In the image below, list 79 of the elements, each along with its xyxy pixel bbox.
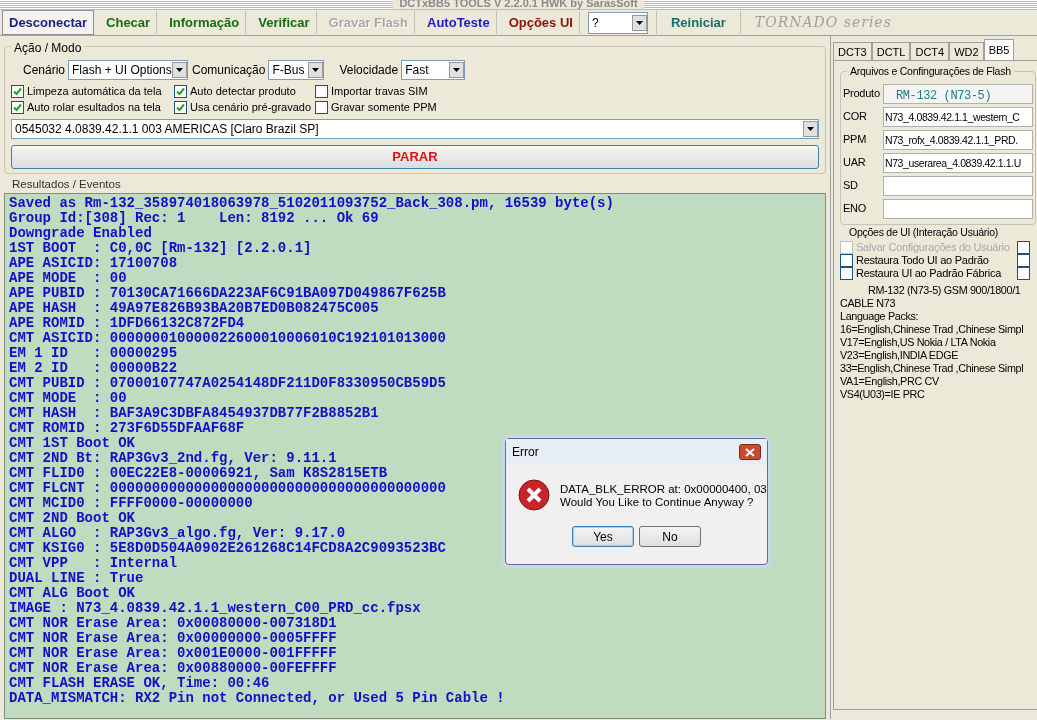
input-field[interactable]: N73_rofx_4.0839.42.1.1_PRD. xyxy=(883,129,1033,150)
checkbox[interactable] xyxy=(174,84,187,98)
checkbox[interactable] xyxy=(1017,267,1030,280)
tab[interactable]: DCT3 xyxy=(833,42,872,60)
info-text: VS4(U03)=IE PRC xyxy=(840,388,926,401)
field-label: SD xyxy=(843,178,859,194)
info-text: Language Packs: xyxy=(840,310,920,323)
field-label: Produto xyxy=(843,86,881,102)
field-label: COR xyxy=(843,109,868,125)
field-label: Comunicação xyxy=(192,62,266,79)
dropdown-arrow-icon xyxy=(635,20,643,25)
toolbar-button[interactable]: Desconectar xyxy=(2,9,95,36)
field-label: ENO xyxy=(843,201,868,217)
close-button[interactable] xyxy=(739,444,761,460)
select-field[interactable]: Fast xyxy=(401,60,466,80)
field-label: Cenário xyxy=(23,62,66,79)
results-heading: Resultados / Eventos xyxy=(11,178,122,191)
dialog-message: DATA_BLK_ERROR at: 0x00000400, 03 xyxy=(560,483,767,496)
restart-button[interactable]: Reiniciar xyxy=(655,10,741,35)
input-field[interactable]: N73_userarea_4.0839.42.1.1.U xyxy=(883,152,1033,173)
info-text: V17=English,US Nokia / LTA Nokia xyxy=(840,336,997,349)
checkbox-label: Restaura Todo UI ao Padrão xyxy=(856,253,990,269)
checkbox[interactable] xyxy=(1017,254,1030,267)
field-label: PPM xyxy=(843,132,868,148)
checkbox-label: Auto detectar produto xyxy=(190,83,296,99)
info-text: 33=English,Chinese Trad ,Chinese Simpl xyxy=(840,362,1025,375)
dialog-title: Error xyxy=(512,444,539,461)
dropdown-arrow-icon xyxy=(312,68,320,72)
stop-button[interactable]: PARAR xyxy=(11,145,819,169)
dropdown-arrow-icon xyxy=(807,127,814,131)
checkbox[interactable] xyxy=(840,267,853,280)
toolbar-button[interactable]: Informação xyxy=(163,10,247,35)
logo: TORNADO series xyxy=(754,13,892,32)
group-title: Opções de UI (Interação Usuário) xyxy=(846,225,1001,241)
toolbar-button[interactable]: Verificar xyxy=(252,10,317,35)
tab[interactable]: BB5 xyxy=(983,39,1015,60)
window-title: DCTxBB5 TOOLS V 2.2.0.1 HWK by SarasSoft xyxy=(393,0,644,9)
select-field[interactable]: Flash + UI Options xyxy=(68,60,189,80)
checkbox-label: Limpeza automática da tela xyxy=(27,83,162,99)
dropdown-arrow-icon xyxy=(176,68,184,72)
input-field[interactable]: N73_4.0839.42.1.1_western_C xyxy=(883,106,1033,127)
tab[interactable]: DCT4 xyxy=(910,42,950,60)
help-dropdown[interactable]: ? xyxy=(587,11,648,34)
input-field[interactable] xyxy=(883,175,1033,196)
dialog-message: Would You Like to Continue Anyway ? xyxy=(560,496,755,509)
checkbox-label: Auto rolar esultados na tela xyxy=(27,99,161,115)
field-label: UAR xyxy=(843,155,867,171)
info-text: VA1=English,PRC CV xyxy=(840,375,940,388)
info-text: RM-132 (N73-5) GSM 900/1800/1 xyxy=(867,284,1022,297)
dialog-button[interactable]: No xyxy=(639,526,701,547)
checkbox-label: Usa cenário pré-gravado xyxy=(190,99,312,115)
select-field[interactable]: F-Bus xyxy=(268,60,325,80)
info-text: V23=English,INDIA EDGE xyxy=(840,349,960,362)
checkbox[interactable] xyxy=(11,100,24,114)
checkbox-label: Salvar Configurações do Usuário xyxy=(856,240,1011,256)
toolbar-button[interactable]: Checar xyxy=(100,10,158,35)
checkbox[interactable] xyxy=(840,254,853,267)
input-field[interactable] xyxy=(883,198,1033,219)
checkbox[interactable] xyxy=(315,100,328,114)
checkbox-label: Restaura UI ao Padrão Fábrica xyxy=(856,266,1003,282)
field-label: Velocidade xyxy=(339,62,399,79)
dropdown-arrow-icon xyxy=(453,68,461,72)
tab[interactable]: DCTL xyxy=(871,42,911,60)
dialog-button[interactable]: Yes xyxy=(572,526,634,547)
tab[interactable]: WD2 xyxy=(949,42,984,60)
firmware-dropdown[interactable]: 0545032 4.0839.42.1.1 003 AMERICAS [Claro Brazil SP] xyxy=(11,119,819,139)
error-icon xyxy=(518,479,550,511)
checkbox[interactable] xyxy=(174,100,187,114)
toolbar-button[interactable]: Opções UI xyxy=(502,10,580,35)
checkbox-label: Importar travas SIM xyxy=(331,83,428,99)
checkbox[interactable] xyxy=(315,84,328,98)
input-field[interactable]: RM-132 (N73-5) xyxy=(883,83,1033,104)
info-text: 16=English,Chinese Trad ,Chinese Simpl xyxy=(840,323,1025,336)
checkbox[interactable] xyxy=(11,84,24,98)
checkbox-label: Gravar somente PPM xyxy=(331,99,437,115)
group-title: Arquivos e Confingurações de Flash xyxy=(847,64,1014,80)
info-text: CABLE N73 xyxy=(840,297,897,310)
close-icon xyxy=(745,447,755,457)
toolbar-button[interactable]: AutoTeste xyxy=(421,10,497,35)
